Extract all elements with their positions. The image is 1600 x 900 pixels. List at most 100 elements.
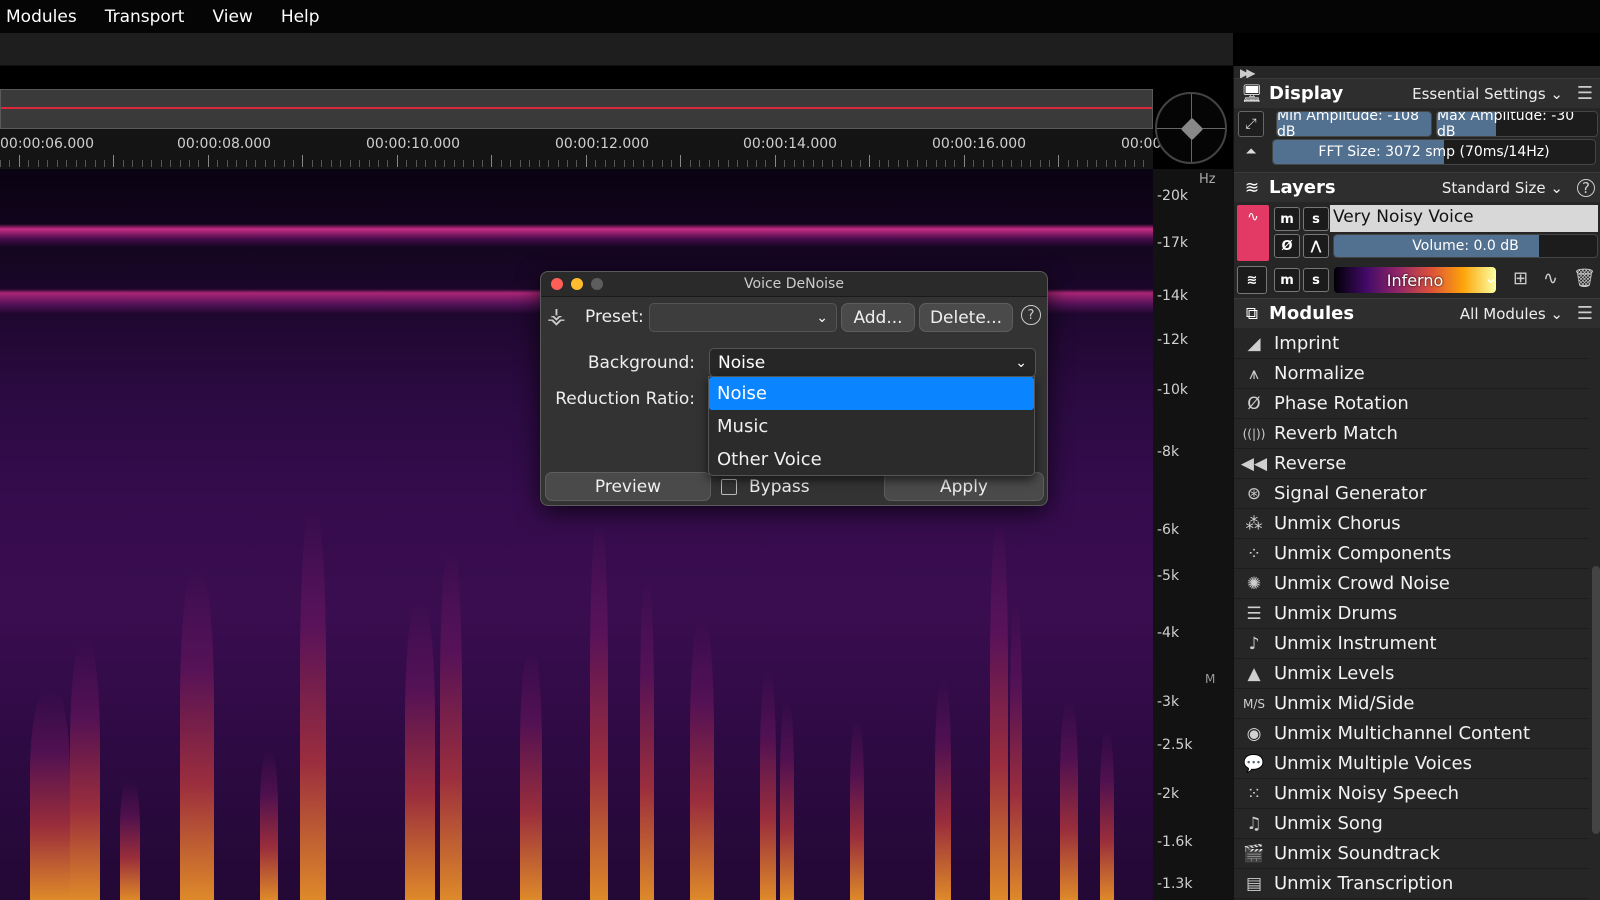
module-item[interactable]: ♪ Unmix Instrument: [1234, 629, 1589, 659]
ruler-tick: [330, 160, 332, 167]
delete-preset-button[interactable]: Delete...: [919, 303, 1013, 332]
bypass-checkbox[interactable]: [721, 479, 737, 495]
module-item[interactable]: ((|)) Reverb Match: [1234, 419, 1589, 449]
module-item[interactable]: ⁂ Unmix Chorus: [1234, 509, 1589, 539]
module-item[interactable]: ✺ Unmix Crowd Noise: [1234, 569, 1589, 599]
module-item[interactable]: ☰ Unmix Drums: [1234, 599, 1589, 629]
ruler-tick: [897, 160, 899, 167]
layers-size-dropdown[interactable]: Standard Size ⌄: [1442, 179, 1563, 197]
layer-color-swatch[interactable]: ∿: [1237, 205, 1269, 261]
timeline-ruler[interactable]: 00:00:06.000 00:00:08.000 00:00:10.000 0…: [0, 129, 1166, 169]
menu-modules[interactable]: Modules: [0, 7, 91, 27]
master-solo-button[interactable]: s: [1303, 268, 1329, 292]
ruler-tick: [453, 160, 455, 167]
help-icon[interactable]: ?: [1021, 305, 1041, 325]
module-item[interactable]: ◀◀ Reverse: [1234, 449, 1589, 479]
dialog-title: Voice DeNoise: [744, 276, 844, 292]
modules-section-header[interactable]: ⧉ Modules All Modules ⌄ ☰: [1234, 298, 1600, 328]
right-panel: ▶▶ 🖥 Display Essential Settings ⌄ ☰ ⤢ Mi…: [1233, 66, 1600, 900]
module-item[interactable]: ⊛ Signal Generator: [1234, 479, 1589, 509]
module-item[interactable]: 🎬 Unmix Soundtrack: [1234, 839, 1589, 869]
modules-menu-icon[interactable]: ☰: [1577, 303, 1593, 324]
preset-dropdown[interactable]: ⌄: [649, 303, 837, 332]
module-item[interactable]: ▤ Unmix Transcription: [1234, 869, 1589, 899]
module-item[interactable]: 💬 Unmix Multiple Voices: [1234, 749, 1589, 779]
menu-view[interactable]: View: [206, 7, 266, 27]
unmix-mid-side-icon: M/S: [1242, 696, 1265, 711]
help-icon[interactable]: ?: [1577, 178, 1595, 197]
ruler-tick: [189, 160, 190, 167]
max-amplitude-label: Max Amplitude: -30 dB: [1437, 111, 1575, 137]
module-item[interactable]: ◢ Imprint: [1234, 329, 1589, 359]
layers-section-header[interactable]: ≋ Layers Standard Size ⌄ ?: [1234, 172, 1600, 202]
module-item[interactable]: ⁙ Unmix Noisy Speech: [1234, 779, 1589, 809]
chevron-down-icon[interactable]: ⌄: [1484, 268, 1497, 287]
min-amplitude-slider[interactable]: Min Amplitude: -108 dB: [1276, 111, 1432, 137]
envelope-icon[interactable]: ⋀: [1303, 234, 1329, 258]
add-preset-button[interactable]: Add...: [841, 303, 915, 332]
display-section-header[interactable]: 🖥 Display Essential Settings ⌄ ☰: [1234, 78, 1600, 108]
fft-size-slider[interactable]: FFT Size: 3072 smp (70ms/14Hz): [1272, 139, 1596, 165]
option-other-voice[interactable]: Other Voice: [709, 443, 1034, 476]
dialog-title-bar[interactable]: Voice DeNoise: [541, 272, 1047, 297]
phase-invert-icon[interactable]: Ø: [1274, 234, 1300, 258]
freq-label: -5k: [1157, 568, 1180, 584]
ruler-tick: [538, 160, 540, 167]
module-label: Unmix Multiple Voices: [1274, 753, 1472, 774]
layer-row[interactable]: ∿ m s Very Noisy Voice Ø ⋀ Volume: 0.0 d…: [1237, 205, 1598, 261]
module-item[interactable]: ◉ Unmix Multichannel Content: [1234, 719, 1589, 749]
display-settings-dropdown[interactable]: Essential Settings ⌄: [1412, 85, 1563, 103]
module-item[interactable]: ⁘ Unmix Components: [1234, 539, 1589, 569]
module-label: Unmix Multichannel Content: [1274, 723, 1531, 744]
module-label: Imprint: [1274, 333, 1340, 354]
close-window-button[interactable]: [551, 278, 563, 290]
option-music[interactable]: Music: [709, 410, 1034, 443]
master-mute-button[interactable]: m: [1274, 268, 1300, 292]
module-item[interactable]: ⩚ Normalize: [1234, 359, 1589, 389]
option-noise[interactable]: Noise: [709, 377, 1034, 410]
ruler-tick: [132, 160, 134, 167]
spectral-energy: [180, 570, 214, 900]
ruler-tick: [274, 160, 276, 167]
module-item[interactable]: ♫ Unmix Song: [1234, 809, 1589, 839]
menu-help[interactable]: Help: [275, 7, 334, 27]
trash-icon[interactable]: 🗑: [1573, 268, 1596, 289]
bypass-toggle[interactable]: Bypass: [721, 477, 810, 497]
module-label: Phase Rotation: [1274, 393, 1409, 414]
frequency-axis[interactable]: Hz -20k -17k -14k -12k -10k -8k -6k -5k …: [1153, 169, 1233, 900]
ruler-tick: [784, 160, 786, 167]
ruler-tick: [463, 160, 465, 167]
navigator-widget[interactable]: [1155, 92, 1227, 164]
modules-scrollbar[interactable]: [1592, 566, 1600, 834]
navigator-cube-icon[interactable]: [1180, 117, 1204, 141]
unmix-song-icon: ♫: [1246, 813, 1262, 834]
layer-mute-button[interactable]: m: [1274, 207, 1300, 231]
ruler-tick: [321, 160, 323, 167]
max-amplitude-slider[interactable]: Max Amplitude: -30 dB: [1436, 111, 1598, 137]
layer-stack-icon[interactable]: ≋: [1237, 266, 1267, 294]
unmix-multiple-voices-icon: 💬: [1243, 753, 1265, 774]
module-item[interactable]: ▲ Unmix Levels: [1234, 659, 1589, 689]
zoom-window-button[interactable]: [591, 278, 603, 290]
menu-transport[interactable]: Transport: [99, 7, 199, 27]
add-layer-icon[interactable]: ⊞: [1513, 268, 1528, 289]
modules-filter-dropdown[interactable]: All Modules ⌄: [1460, 305, 1563, 323]
waveform-add-icon[interactable]: ∿: [1543, 268, 1558, 289]
spectral-energy: [640, 580, 654, 900]
module-item[interactable]: M/S Unmix Mid/Side: [1234, 689, 1589, 719]
background-dropdown[interactable]: Noise ⌄: [709, 348, 1036, 377]
minimize-window-button[interactable]: [571, 278, 583, 290]
waveform-overview[interactable]: [0, 89, 1153, 129]
ruler-tick: [548, 160, 550, 167]
preview-button[interactable]: Preview: [545, 472, 711, 501]
colormap-selector[interactable]: Inferno: [1334, 267, 1496, 293]
ruler-tick: [1124, 160, 1126, 167]
display-menu-icon[interactable]: ☰: [1577, 83, 1593, 104]
bypass-label: Bypass: [749, 477, 810, 497]
layer-solo-button[interactable]: s: [1303, 207, 1329, 231]
layer-name[interactable]: Very Noisy Voice: [1333, 207, 1474, 227]
apply-button[interactable]: Apply: [884, 472, 1044, 501]
module-item[interactable]: Ø Phase Rotation: [1234, 389, 1589, 419]
layer-volume-slider[interactable]: Volume: 0.0 dB: [1333, 234, 1598, 258]
amplitude-icon[interactable]: ⤢: [1238, 111, 1264, 137]
